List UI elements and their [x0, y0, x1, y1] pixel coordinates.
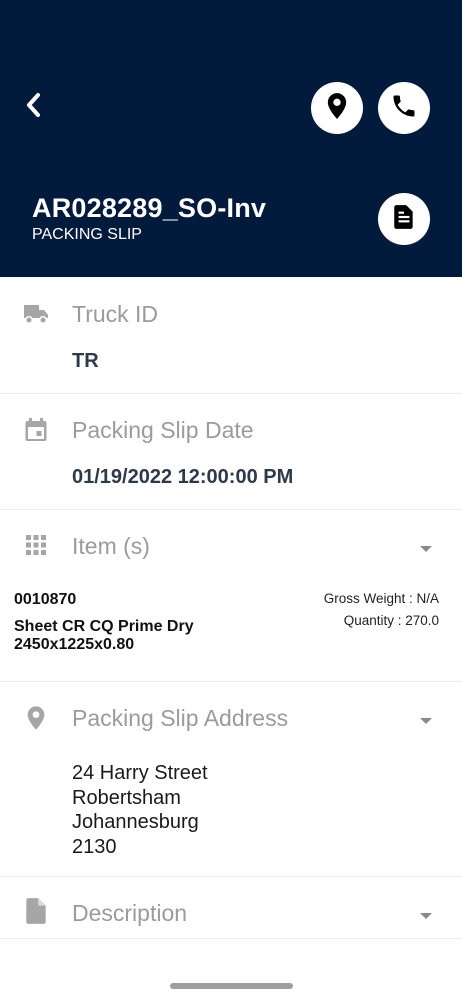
grid-icon — [22, 531, 50, 559]
address-line: Johannesburg — [72, 811, 199, 833]
document-button[interactable] — [378, 193, 430, 245]
packing-slip-address-label: Packing Slip Address — [72, 705, 289, 731]
address-line: Robertsham — [72, 786, 181, 809]
calendar-icon — [22, 416, 50, 444]
packing-slip-address-section: Packing Slip Address — [0, 682, 462, 877]
truck-id-section: Truck ID TR — [0, 277, 462, 394]
truck-id-value: TR — [72, 350, 99, 372]
app-header: AR028289_SO-Inv PACKING SLIP — [0, 0, 462, 277]
packing-slip-date-section: Packing Slip Date 01/19/2022 12:00:00 PM — [0, 394, 462, 510]
truck-icon — [22, 300, 50, 328]
address-line: 24 Harry Street — [72, 762, 208, 784]
items-label: Item (s) — [72, 533, 150, 559]
item-code: 0010870 — [14, 591, 77, 608]
phone-icon — [390, 92, 418, 125]
item-name: Sheet CR CQ Prime Dry 2450x1225x0.80 — [14, 618, 194, 653]
document-icon — [393, 204, 415, 235]
file-icon — [22, 897, 50, 925]
location-pin-icon — [22, 704, 50, 732]
address-block: 24 Harry Street Robertsham Johannesburg … — [72, 761, 208, 859]
truck-id-label: Truck ID — [72, 301, 159, 327]
chevron-down-icon[interactable] — [418, 541, 434, 552]
chevron-down-icon[interactable] — [418, 713, 434, 724]
packing-slip-date-label: Packing Slip Date — [72, 417, 254, 443]
home-indicator[interactable] — [170, 983, 293, 989]
address-line: 2130 — [72, 835, 117, 858]
description-section: Description — [0, 877, 462, 939]
location-button[interactable] — [311, 82, 363, 134]
call-button[interactable] — [378, 82, 430, 134]
location-pin-icon — [326, 92, 348, 125]
page-subtitle: PACKING SLIP — [32, 226, 142, 243]
back-button[interactable] — [18, 90, 48, 124]
description-label: Description — [72, 900, 188, 926]
page-title: AR028289_SO-Inv — [32, 193, 267, 223]
chevron-down-icon[interactable] — [418, 908, 434, 919]
packing-slip-date-value: 01/19/2022 12:00:00 PM — [72, 466, 294, 488]
back-icon — [24, 91, 42, 124]
item-gross-weight: Gross Weight : N/A — [323, 591, 439, 606]
item-quantity: Quantity : 270.0 — [343, 613, 439, 628]
